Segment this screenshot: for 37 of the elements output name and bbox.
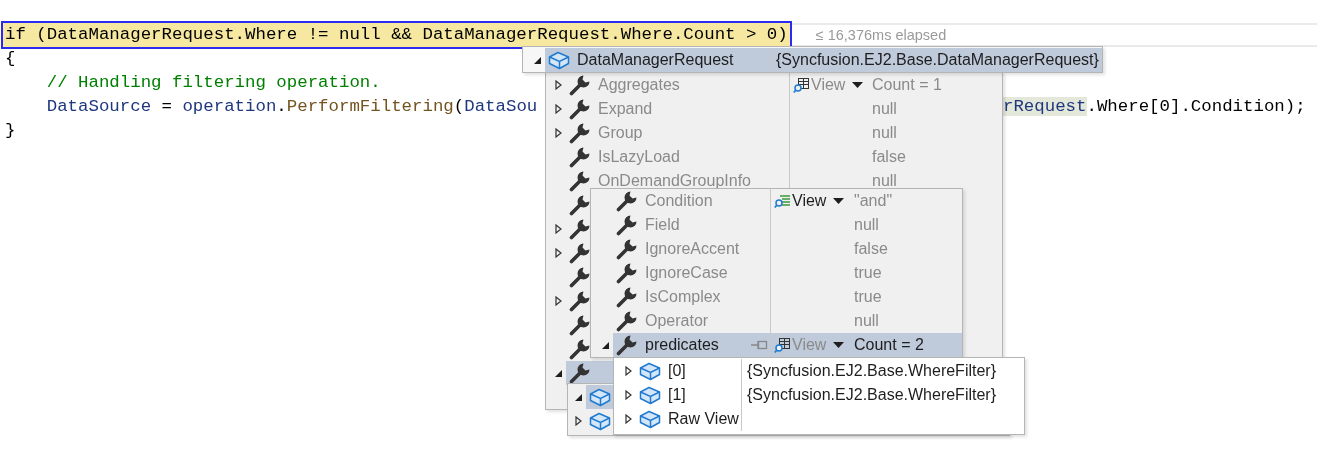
member-value: Count = 1 (872, 76, 942, 94)
member-value: null (872, 100, 897, 118)
member-value: Count = 2 (854, 336, 924, 354)
member-name: IsComplex (645, 288, 721, 306)
member-value: null (854, 312, 879, 330)
member-value: "and" (854, 192, 893, 210)
member-value: {Syncfusion.EJ2.Base.WhereFilter} (747, 386, 996, 404)
member-value: null (854, 216, 879, 234)
member-value: null (872, 172, 897, 190)
member-name: IgnoreCase (645, 264, 728, 282)
member-name: predicates (645, 336, 719, 354)
member-value: false (854, 240, 888, 258)
member-name: Raw View (668, 410, 739, 428)
member-name: DataManagerRequest (577, 51, 734, 69)
member-value: null (872, 124, 897, 142)
code-line: { (5, 48, 16, 70)
member-name: OnDemandGroupInfo (598, 172, 751, 190)
member-name: Aggregates (598, 76, 680, 94)
member-value: {Syncfusion.EJ2.Base.DataManagerRequest} (776, 51, 1099, 69)
code-fragment: rRequest.Where[0].Condition); (1003, 96, 1306, 118)
elapsed-time-hint: ≤ 16,376ms elapsed (815, 26, 947, 44)
member-value: true (854, 264, 882, 282)
member-name: Expand (598, 100, 653, 118)
member-name: IgnoreAccent (645, 240, 740, 258)
code-line: } (5, 120, 16, 142)
member-value: {Syncfusion.EJ2.Base.WhereFilter} (747, 362, 996, 380)
member-name: IsLazyLoad (598, 148, 680, 166)
member-value: false (872, 148, 906, 166)
member-value: true (854, 288, 882, 306)
member-name: Condition (645, 192, 713, 210)
member-name: Group (598, 124, 643, 142)
code-line: DataSource = operation.PerformFiltering(DataSou (45, 96, 538, 118)
member-name: Field (645, 216, 680, 234)
member-name: [0] (668, 362, 686, 380)
member-name: [1] (668, 386, 686, 404)
member-name: Operator (645, 312, 709, 330)
code-line: // Handling filtering operation. (45, 72, 381, 94)
